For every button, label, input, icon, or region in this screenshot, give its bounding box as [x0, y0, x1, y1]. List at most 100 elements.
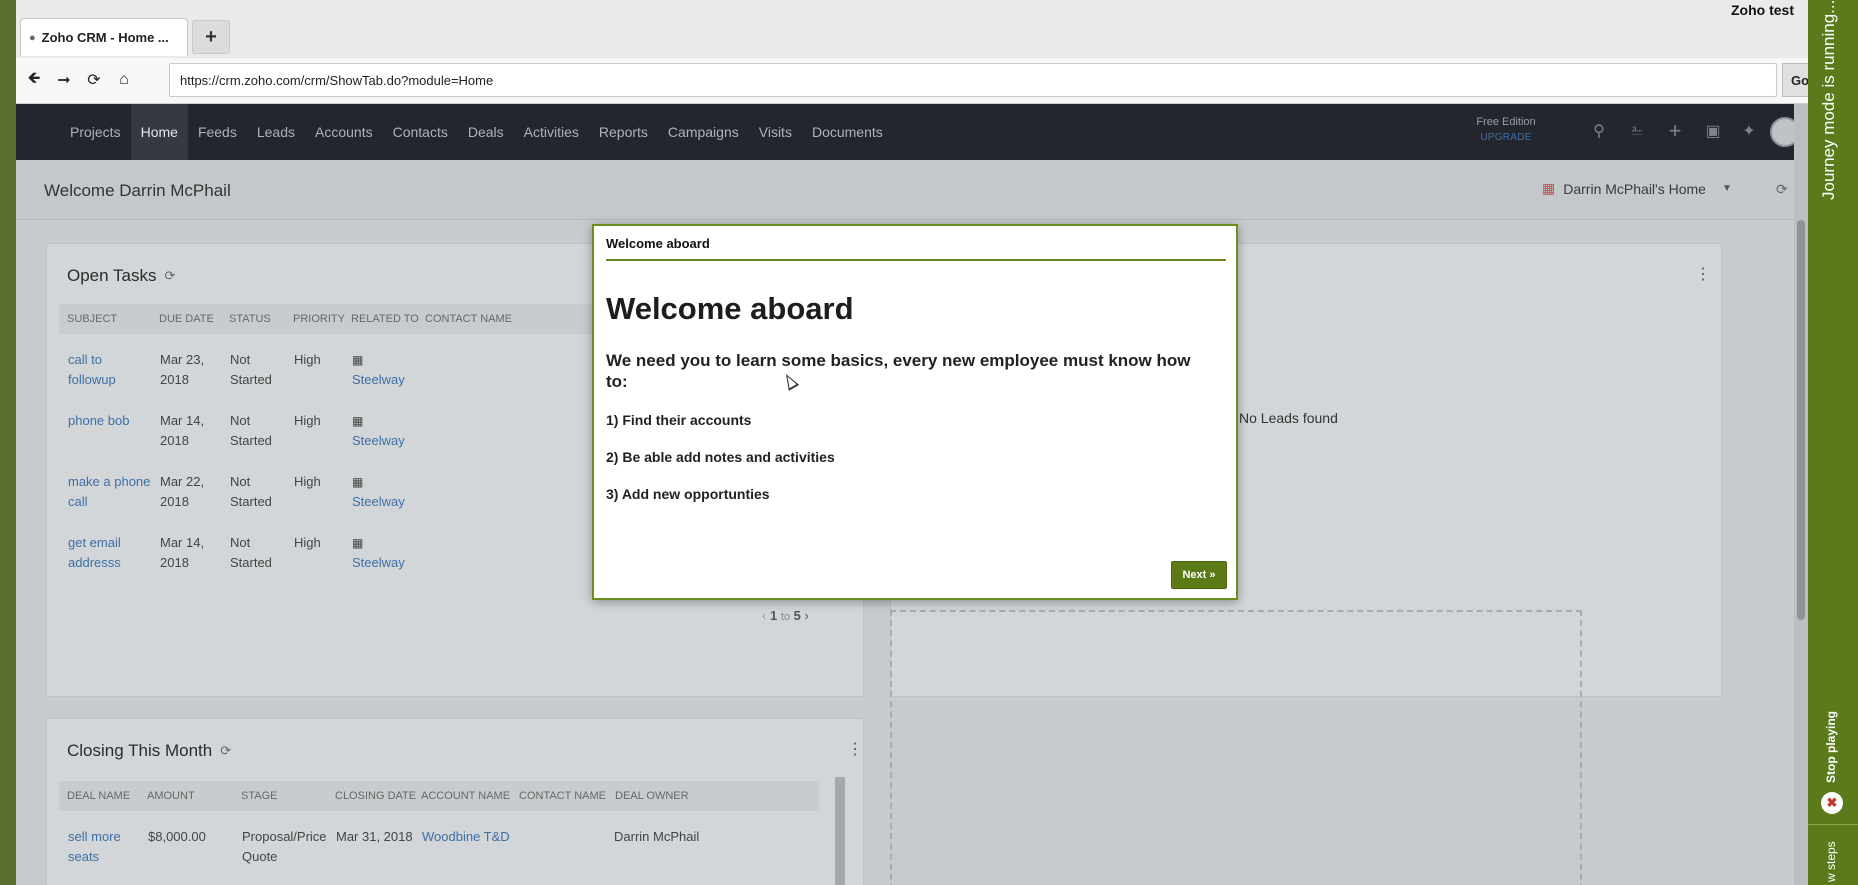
reload-icon[interactable]: ⟳ [82, 68, 106, 92]
column-header[interactable]: CONTACT NAME [519, 790, 606, 802]
related-account-link[interactable]: Steelway [352, 370, 405, 390]
deal-name[interactable]: sell more seats [68, 827, 121, 867]
nav-item-projects[interactable]: Projects [60, 104, 131, 160]
nav-item-campaigns[interactable]: Campaigns [658, 104, 749, 160]
forward-icon[interactable]: ➞ [52, 68, 76, 92]
deal-closing-date-line: Mar 31, 2018 [336, 829, 413, 844]
task-subject-line[interactable]: followup [68, 370, 116, 390]
chevron-left-icon[interactable]: ‹ [762, 608, 766, 623]
edition-text: Free Edition [1476, 116, 1536, 128]
back-icon[interactable]: 🡸 [22, 68, 46, 92]
task-subject[interactable]: call to followup [68, 350, 116, 390]
calendar-icon[interactable]: ▣ [1702, 120, 1724, 142]
task-priority: High [294, 474, 321, 489]
task-due-date: Mar 22, 2018 [160, 472, 204, 512]
search-icon[interactable]: ⚲ [1588, 120, 1610, 142]
column-header[interactable]: PRIORITY [293, 313, 345, 325]
column-header[interactable]: STATUS [229, 313, 271, 325]
nav-item-visits[interactable]: Visits [749, 104, 802, 160]
task-subject-line[interactable]: call [68, 492, 150, 512]
modal-step: 3) Add new opportunties [606, 486, 770, 502]
task-subject-line[interactable]: call to [68, 350, 116, 370]
next-button[interactable]: Next » [1171, 561, 1227, 589]
column-header[interactable]: ACCOUNT NAME [421, 790, 510, 802]
home-selector[interactable]: ▦ Darrin McPhail's Home ▼ [1542, 180, 1732, 197]
due-date-line: Mar 23, [160, 352, 205, 367]
scrollbar[interactable] [835, 777, 845, 885]
go-button[interactable]: Go [1782, 63, 1808, 97]
task-related-to[interactable]: ▦ Steelway [352, 472, 405, 512]
nav-item-documents[interactable]: Documents [802, 104, 893, 160]
status-line: Not [230, 474, 251, 489]
task-related-to[interactable]: ▦ Steelway [352, 533, 405, 573]
modal-heading: Welcome aboard [606, 291, 854, 326]
related-account-link[interactable]: Steelway [352, 553, 405, 573]
new-tab-button[interactable]: + [192, 20, 230, 54]
nav-item-activities[interactable]: Activities [514, 104, 589, 160]
task-subject[interactable]: make a phone call [68, 472, 150, 512]
task-related-to[interactable]: ▦ Steelway [352, 350, 405, 390]
home-icon[interactable]: ⌂ [112, 68, 136, 92]
address-bar[interactable]: https://crm.zoho.com/crm/ShowTab.do?modu… [169, 63, 1777, 97]
stop-icon[interactable]: ✖ [1821, 792, 1843, 814]
more-options-icon[interactable]: ⋮ [847, 739, 863, 759]
column-header[interactable]: DEAL NAME [67, 790, 130, 802]
chevron-right-icon[interactable]: › [805, 608, 809, 623]
task-subject-line[interactable]: make a phone [68, 472, 150, 492]
edition-badge: Free Edition UPGRADE [1456, 116, 1556, 143]
deal-name-line[interactable]: seats [68, 847, 121, 867]
deal-owner-line: Darrin McPhail [614, 829, 700, 844]
nav-item-reports[interactable]: Reports [589, 104, 658, 160]
scrollbar-thumb[interactable] [1797, 220, 1805, 620]
globe-icon: ● [29, 31, 36, 44]
more-options-icon[interactable]: ⋮ [1695, 264, 1711, 284]
modal-step: 1) Find their accounts [606, 412, 752, 428]
related-account-link[interactable]: Steelway [352, 492, 405, 512]
plus-icon[interactable]: + [1664, 118, 1686, 143]
module-menu: Projects Home Feeds Leads Accounts Contacts De… [60, 104, 893, 160]
deal-account-line[interactable]: Woodbine T&D [422, 827, 510, 847]
column-header[interactable]: DUE DATE [159, 313, 214, 325]
bell-icon[interactable]: ⎁ [1626, 120, 1648, 142]
refresh-icon[interactable]: ⟳ [1776, 181, 1788, 198]
home-selector-label: Darrin McPhail's Home [1563, 180, 1706, 197]
column-header[interactable]: SUBJECT [67, 313, 117, 325]
column-header[interactable]: RELATED TO [351, 313, 419, 325]
closing-card: Closing This Month ⟳ ⋮ DEAL NAME AMOUNT ST… [46, 718, 864, 885]
due-date-line: Mar 22, [160, 474, 205, 489]
nav-item-home[interactable]: Home [130, 104, 188, 160]
related-account-link[interactable]: Steelway [352, 431, 405, 451]
steps-label[interactable]: w steps [1824, 841, 1838, 882]
refresh-icon[interactable]: ⟳ [164, 268, 175, 284]
task-related-to[interactable]: ▦ Steelway [352, 411, 405, 451]
column-header[interactable]: CONTACT NAME [425, 313, 512, 325]
task-subject[interactable]: get email addresss [68, 533, 121, 573]
open-tasks-title-text: Open Tasks [67, 266, 157, 285]
nav-item-accounts[interactable]: Accounts [305, 104, 383, 160]
nav-item-leads[interactable]: Leads [247, 104, 305, 160]
task-subject-line[interactable]: addresss [68, 553, 121, 573]
status-line: Started [230, 555, 272, 570]
grid-icon: ▦ [1542, 180, 1556, 196]
deal-account[interactable]: Woodbine T&D [422, 827, 510, 847]
nav-item-feeds[interactable]: Feeds [188, 104, 247, 160]
stop-playing-label[interactable]: Stop playing [1824, 711, 1838, 783]
url-text: https://crm.zoho.com/crm/ShowTab.do?modu… [180, 72, 494, 88]
tools-icon[interactable]: ✦ [1738, 120, 1760, 142]
column-header[interactable]: AMOUNT [147, 790, 195, 802]
task-subject-line[interactable]: phone bob [68, 411, 129, 431]
page-scrollbar[interactable] [1794, 104, 1808, 885]
task-subject-line[interactable]: get email [68, 533, 121, 553]
column-header[interactable]: DEAL OWNER [615, 790, 689, 802]
status-line: Started [230, 372, 272, 387]
deal-name-line[interactable]: sell more [68, 827, 121, 847]
nav-item-deals[interactable]: Deals [458, 104, 514, 160]
journey-status: Journey mode is running... [1819, 0, 1838, 200]
browser-tab[interactable]: ● Zoho CRM - Home ... [20, 18, 188, 56]
column-header[interactable]: STAGE [241, 790, 277, 802]
nav-item-contacts[interactable]: Contacts [383, 104, 458, 160]
refresh-icon[interactable]: ⟳ [220, 743, 231, 759]
upgrade-link[interactable]: UPGRADE [1456, 132, 1556, 143]
column-header[interactable]: CLOSING DATE [335, 790, 416, 802]
task-subject[interactable]: phone bob [68, 411, 129, 431]
